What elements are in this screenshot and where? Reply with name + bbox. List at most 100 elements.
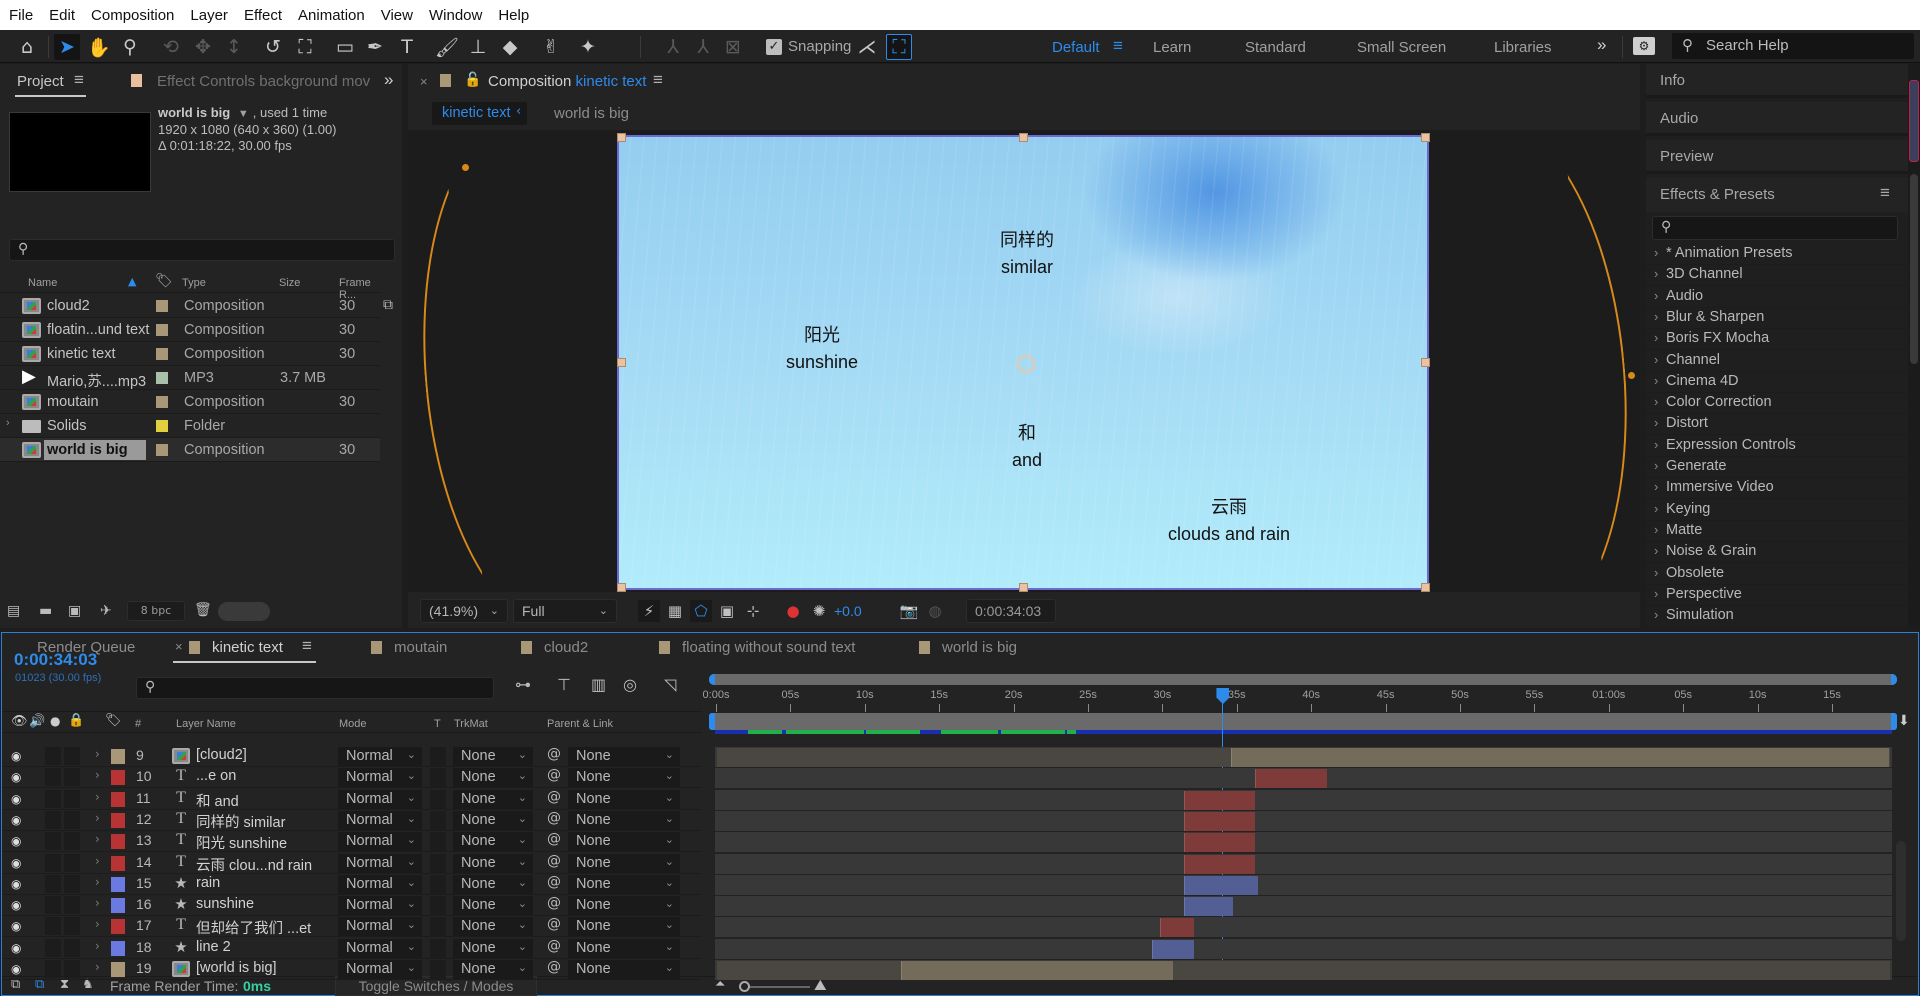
track-matte-dropdown[interactable]: None ⌄	[453, 768, 533, 788]
time-navigator-end-handle[interactable]	[1891, 674, 1897, 685]
label-color-swatch[interactable]	[111, 962, 125, 977]
expand-chevron-icon[interactable]: ›	[95, 960, 100, 974]
expand-chevron-icon[interactable]: ›	[1654, 522, 1658, 537]
layer-duration-bar[interactable]	[1183, 833, 1256, 853]
effects-category-item[interactable]: › Immersive Video	[1646, 478, 1908, 500]
visibility-eye-icon[interactable]: ◉	[11, 898, 25, 912]
layer-name[interactable]: rain	[196, 875, 220, 891]
expand-chevron-icon[interactable]: ›	[1654, 373, 1658, 388]
adobe-media-encoder-icon[interactable]: ✈	[100, 603, 112, 619]
track-matte-dropdown[interactable]: None ⌄	[453, 810, 533, 830]
visibility-eye-icon[interactable]: ◉	[11, 834, 25, 848]
expand-chevron-icon[interactable]: ›	[95, 790, 100, 804]
canvas-text-clouds-and-rain[interactable]: 云雨 clouds and rain	[1168, 494, 1290, 548]
graph-editor-icon[interactable]: ◹	[664, 675, 676, 694]
layer-track[interactable]	[715, 853, 1892, 874]
blend-mode-dropdown[interactable]: Normal ⌄	[338, 874, 422, 894]
expand-chevron-icon[interactable]: ›	[6, 417, 10, 429]
label-color-swatch[interactable]	[156, 372, 168, 384]
solo-switch[interactable]	[45, 747, 61, 765]
effects-category-item[interactable]: › Cinema 4D	[1646, 372, 1908, 393]
lock-switch[interactable]	[64, 960, 80, 978]
expand-chevron-icon[interactable]: ›	[1654, 479, 1658, 494]
exposure-reset-icon[interactable]: ✺	[808, 600, 830, 622]
project-item-row[interactable]: moutain Composition 30	[0, 390, 380, 414]
label-color-swatch[interactable]	[111, 749, 125, 764]
layer-duration-bar[interactable]	[1159, 918, 1195, 938]
effects-category-item[interactable]: › Keying	[1646, 500, 1908, 521]
pan-camera-icon[interactable]: ✥	[190, 34, 216, 60]
layer-track[interactable]	[715, 896, 1892, 917]
lock-switch[interactable]	[64, 832, 80, 851]
snapshot-camera-icon[interactable]: 📷	[898, 600, 920, 622]
snap-options-icon[interactable]: ⋌	[854, 34, 880, 60]
tab-composition[interactable]: Composition kinetic text	[488, 73, 646, 90]
roto-brush-tool-icon[interactable]: ✌	[538, 34, 564, 60]
project-item-row[interactable]: floatin...und text Composition 30	[0, 318, 380, 342]
preserve-transparency-switch[interactable]	[430, 938, 446, 958]
preserve-transparency-switch[interactable]	[430, 747, 446, 766]
thumbnail-size-slider[interactable]	[218, 602, 270, 621]
blend-mode-dropdown[interactable]: Normal ⌄	[338, 810, 422, 830]
view-axis-mode-icon[interactable]: ⊠	[720, 34, 746, 60]
effects-category-item[interactable]: › Generate	[1646, 457, 1908, 478]
workspace-libraries[interactable]: Libraries	[1494, 39, 1552, 56]
solo-switch[interactable]	[45, 896, 61, 915]
brush-tool-icon[interactable]: 🖌	[434, 34, 460, 60]
parent-pick-whip-icon[interactable]: @	[547, 789, 561, 805]
parent-link-dropdown[interactable]: None ⌄	[568, 917, 680, 937]
viewer-current-time[interactable]: 0:00:34:03	[966, 599, 1056, 623]
project-item-row[interactable]: world is big Composition 30	[0, 438, 380, 462]
preserve-transparency-switch[interactable]	[430, 832, 446, 852]
visibility-eye-icon[interactable]: ◉	[11, 877, 25, 891]
menu-effect[interactable]: Effect	[244, 7, 282, 24]
transform-handle[interactable]	[1421, 583, 1430, 592]
visibility-eye-icon[interactable]: ◉	[11, 749, 25, 763]
layer-duration-bar[interactable]	[1183, 897, 1233, 917]
menu-window[interactable]: Window	[429, 7, 482, 24]
expand-chevron-icon[interactable]: ›	[95, 747, 100, 761]
label-color-swatch[interactable]	[156, 396, 168, 408]
time-navigator[interactable]	[709, 674, 1897, 685]
delete-icon[interactable]: 🗑	[194, 602, 212, 618]
layer-duration-bar[interactable]	[1183, 811, 1256, 831]
track-matte-dropdown[interactable]: None ⌄	[453, 832, 533, 852]
layer-track[interactable]	[715, 938, 1892, 959]
preserve-transparency-switch[interactable]	[430, 896, 446, 916]
visibility-eye-icon[interactable]: ◉	[11, 770, 25, 784]
track-matte-dropdown[interactable]: None ⌄	[453, 960, 533, 979]
parent-link-dropdown[interactable]: None ⌄	[568, 747, 680, 766]
layer-track[interactable]	[715, 874, 1892, 895]
lock-switch[interactable]	[64, 938, 80, 957]
layer-row[interactable]: ◉ › 18 ★ line 2 Normal ⌄ None ⌄ @ None ⌄	[2, 938, 702, 959]
layer-row[interactable]: ◉ › 11 T 和 and Normal ⌄ None ⌄ @ None ⌄	[2, 789, 702, 810]
tab-project[interactable]: Project	[17, 73, 64, 90]
tab-world-is-big[interactable]: world is big	[942, 639, 1017, 656]
visibility-eye-icon[interactable]: ◉	[11, 919, 25, 933]
color-channels-icon[interactable]: ●	[782, 600, 804, 622]
panel-menu-icon[interactable]: ≡	[74, 70, 84, 90]
parent-link-dropdown[interactable]: None ⌄	[568, 874, 680, 894]
blend-mode-dropdown[interactable]: Normal ⌄	[338, 768, 422, 788]
solo-switch[interactable]	[45, 789, 61, 808]
menu-animation[interactable]: Animation	[298, 7, 365, 24]
expand-chevron-icon[interactable]: ›	[1654, 352, 1658, 367]
layer-track[interactable]	[715, 789, 1892, 810]
track-matte-dropdown[interactable]: None ⌄	[453, 917, 533, 937]
blend-mode-dropdown[interactable]: Normal ⌄	[338, 960, 422, 979]
parent-link-dropdown[interactable]: None ⌄	[568, 832, 680, 852]
visibility-eye-icon[interactable]: ◉	[11, 792, 25, 806]
canvas-text-sunshine[interactable]: 阳光 sunshine	[786, 322, 858, 376]
mask-visibility-icon[interactable]: ⬠	[690, 600, 712, 622]
rectangle-tool-icon[interactable]: ▭	[332, 34, 358, 60]
expand-chevron-icon[interactable]: ›	[95, 768, 100, 782]
label-color-swatch[interactable]	[156, 444, 168, 456]
dolly-camera-icon[interactable]: ↕	[221, 34, 247, 60]
puppet-pin-tool-icon[interactable]: ✦	[575, 34, 601, 60]
blend-mode-dropdown[interactable]: Normal ⌄	[338, 747, 422, 766]
audio-panel-header[interactable]: Audio	[1646, 102, 1908, 136]
flowchart-icon[interactable]: ⧉	[383, 297, 393, 313]
project-search-input[interactable]: ⚲	[9, 239, 395, 261]
expand-chevron-icon[interactable]: ›	[1654, 288, 1658, 303]
expand-chevron-icon[interactable]: ›	[1654, 437, 1658, 452]
